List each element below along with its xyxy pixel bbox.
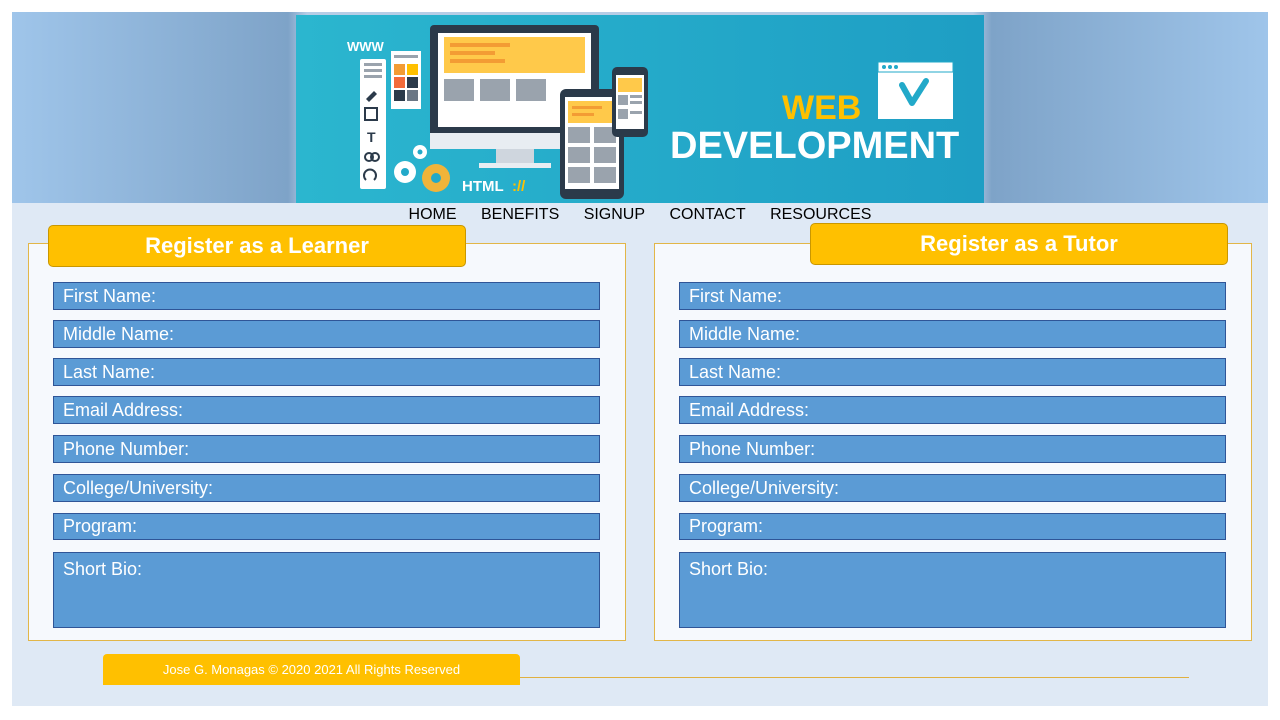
web-development-banner: WWW T HTML:// WEB DEVELOPMENT <box>296 15 984 203</box>
learner-registration-panel: First Name: Middle Name: Last Name: Emai… <box>28 243 626 641</box>
learner-email-field[interactable]: Email Address: <box>53 396 600 424</box>
learner-program-field[interactable]: Program: <box>53 513 600 540</box>
tutor-email-field[interactable]: Email Address: <box>679 396 1226 424</box>
nav-resources[interactable]: RESOURCES <box>770 206 871 224</box>
tutor-college-field[interactable]: College/University: <box>679 474 1226 502</box>
learner-short-bio-field[interactable]: Short Bio: <box>53 552 600 628</box>
tutor-short-bio-field[interactable]: Short Bio: <box>679 552 1226 628</box>
phone-icon <box>612 67 648 137</box>
footer-copyright-text: Jose G. Monagas © 2020 2021 All Rights R… <box>162 662 461 677</box>
footer-divider <box>520 677 1189 678</box>
tutor-middle-name-field[interactable]: Middle Name: <box>679 320 1226 348</box>
nav-contact[interactable]: CONTACT <box>669 206 745 224</box>
learner-last-name-field[interactable]: Last Name: <box>53 358 600 386</box>
nav-home[interactable]: HOME <box>409 206 457 224</box>
browser-check-icon <box>877 61 954 119</box>
learner-panel-title: Register as a Learner <box>48 225 466 267</box>
footer-copyright-bar: Jose G. Monagas © 2020 2021 All Rights R… <box>103 654 520 685</box>
tutor-last-name-field[interactable]: Last Name: <box>679 358 1226 386</box>
banner-title-web: WEB <box>782 89 861 127</box>
tool-palette-icon: T <box>360 59 386 189</box>
html-label: HTML <box>462 178 504 195</box>
nav-signup[interactable]: SIGNUP <box>584 206 645 224</box>
tutor-program-field[interactable]: Program: <box>679 513 1226 540</box>
tutor-first-name-field[interactable]: First Name: <box>679 282 1226 310</box>
learner-first-name-field[interactable]: First Name: <box>53 282 600 310</box>
gears-icon <box>394 145 450 192</box>
page: WWW T HTML:// WEB DEVELOPMENT HOME BENE… <box>12 12 1268 706</box>
learner-college-field[interactable]: College/University: <box>53 474 600 502</box>
banner-title-development: DEVELOPMENT <box>670 125 959 167</box>
html-slash-label: :// <box>512 178 526 195</box>
learner-middle-name-field[interactable]: Middle Name: <box>53 320 600 348</box>
color-palette-icon <box>391 51 421 109</box>
www-label: WWW <box>347 39 385 54</box>
learner-phone-field[interactable]: Phone Number: <box>53 435 600 463</box>
tutor-phone-field[interactable]: Phone Number: <box>679 435 1226 463</box>
tutor-panel-title: Register as a Tutor <box>810 223 1228 265</box>
svg-text:T: T <box>367 129 376 145</box>
nav-benefits[interactable]: BENEFITS <box>481 206 559 224</box>
tutor-registration-panel: First Name: Middle Name: Last Name: Emai… <box>654 243 1252 641</box>
header-band: WWW T HTML:// WEB DEVELOPMENT <box>12 12 1268 203</box>
banner-illustration: WWW T HTML:// WEB DEVELOPMENT <box>347 25 959 199</box>
